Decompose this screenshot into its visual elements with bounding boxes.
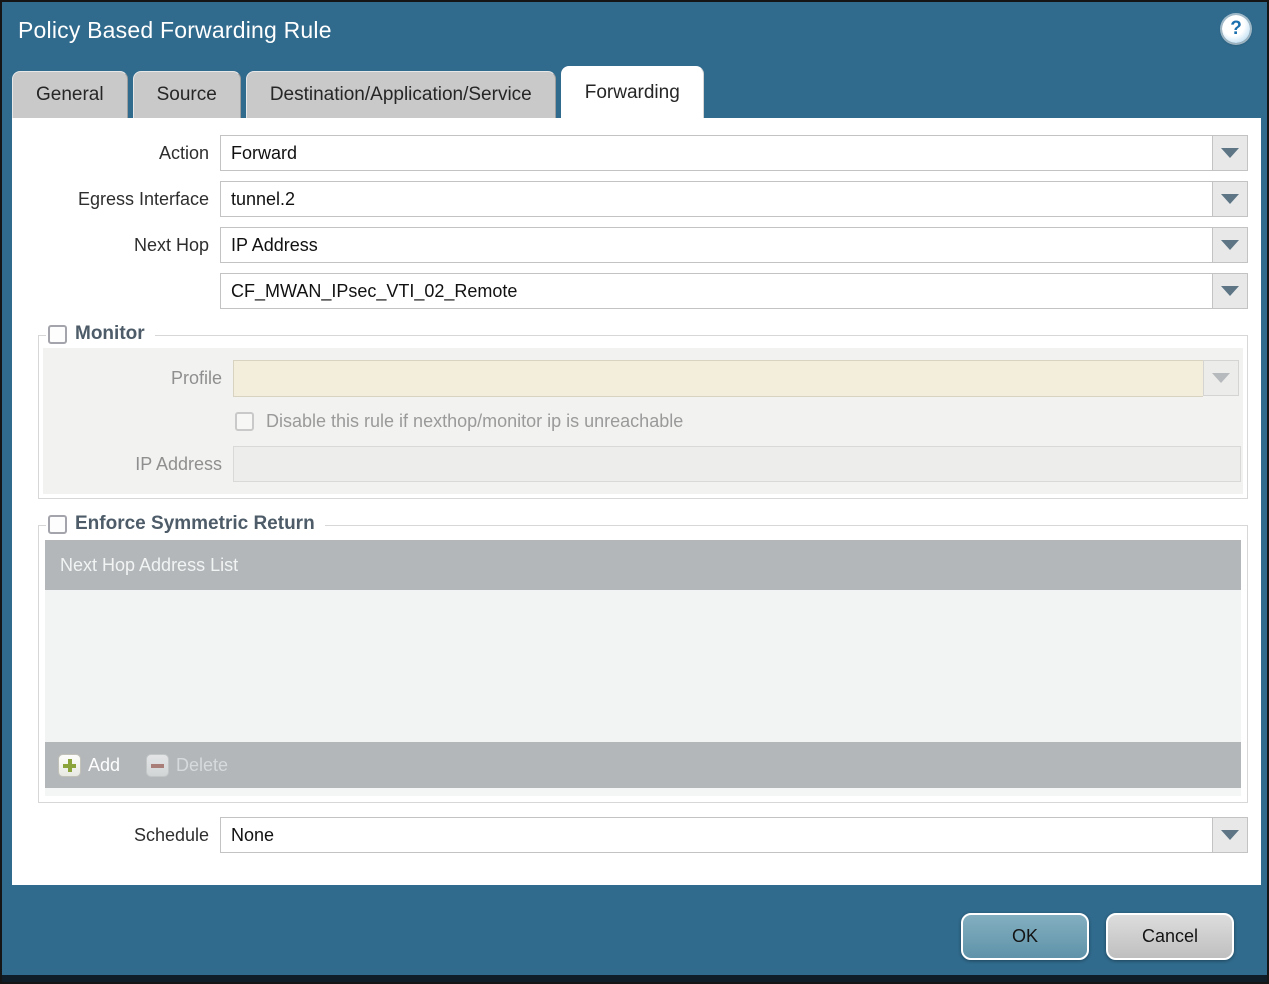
chevron-down-icon xyxy=(1221,240,1239,250)
profile-row: Profile xyxy=(43,360,1243,397)
profile-input-disabled xyxy=(233,360,1203,397)
action-input[interactable] xyxy=(220,135,1212,171)
chevron-down-icon xyxy=(1221,830,1239,840)
monitor-ip-address-row: IP Address xyxy=(43,446,1243,482)
tab-forwarding[interactable]: Forwarding xyxy=(560,66,704,118)
egress-interface-input[interactable] xyxy=(220,181,1212,217)
profile-label: Profile xyxy=(170,368,222,388)
action-row: Action xyxy=(12,135,1261,171)
next-hop-address-list-body[interactable] xyxy=(45,590,1241,742)
next-hop-type-dropdown-button[interactable] xyxy=(1212,227,1248,263)
next-hop-address-dropdown-button[interactable] xyxy=(1212,273,1248,309)
dialog-footer: OK Cancel xyxy=(2,913,1234,960)
enforce-symmetric-return-legend: Enforce Symmetric Return xyxy=(46,511,325,537)
monitor-ip-address-label: IP Address xyxy=(135,453,222,474)
next-hop-address-list-header: Next Hop Address List xyxy=(45,540,1241,590)
minus-icon xyxy=(146,753,170,777)
next-hop-address-list-footer: Add Delete xyxy=(45,742,1241,788)
table-scroll-strip xyxy=(45,788,1241,796)
monitor-legend: Monitor xyxy=(46,321,155,347)
action-dropdown-button[interactable] xyxy=(1212,135,1248,171)
schedule-row: Schedule xyxy=(12,817,1261,853)
schedule-dropdown-button[interactable] xyxy=(1212,817,1248,853)
disable-rule-row: Disable this rule if nexthop/monitor ip … xyxy=(235,411,1243,432)
dialog-title: Policy Based Forwarding Rule xyxy=(18,17,332,43)
cancel-button[interactable]: Cancel xyxy=(1106,913,1234,960)
enforce-symmetric-return-fieldset: Enforce Symmetric Return Next Hop Addres… xyxy=(38,511,1248,803)
disable-rule-checkbox xyxy=(235,412,254,431)
add-button[interactable]: Add xyxy=(58,753,121,777)
next-hop-label: Next Hop xyxy=(133,234,209,255)
action-label: Action xyxy=(158,142,209,163)
enforce-symmetric-return-checkbox[interactable] xyxy=(48,514,67,534)
next-hop-address-input[interactable] xyxy=(220,273,1212,309)
delete-button-label: Delete xyxy=(176,754,229,775)
policy-based-forwarding-dialog: Policy Based Forwarding Rule ? General S… xyxy=(0,0,1269,984)
chevron-down-icon xyxy=(1221,148,1239,158)
egress-interface-dropdown-button[interactable] xyxy=(1212,181,1248,217)
monitor-legend-label: Monitor xyxy=(75,323,145,344)
next-hop-row: Next Hop xyxy=(12,227,1261,263)
next-hop-address-list-table: Next Hop Address List Add Delete xyxy=(45,540,1241,796)
next-hop-address-row xyxy=(12,273,1261,309)
add-button-label: Add xyxy=(88,754,121,775)
chevron-down-icon xyxy=(1221,194,1239,204)
schedule-label: Schedule xyxy=(133,824,209,845)
tab-general[interactable]: General xyxy=(12,71,128,118)
egress-interface-label: Egress Interface xyxy=(77,188,209,209)
window-bottom-edge xyxy=(2,975,1267,982)
schedule-input[interactable] xyxy=(220,817,1212,853)
dialog-titlebar: Policy Based Forwarding Rule ? xyxy=(2,2,1267,66)
disable-rule-label: Disable this rule if nexthop/monitor ip … xyxy=(266,411,684,431)
plus-icon xyxy=(58,753,81,777)
enforce-symmetric-return-legend-label: Enforce Symmetric Return xyxy=(75,513,315,534)
help-icon[interactable]: ? xyxy=(1222,15,1250,43)
delete-button: Delete xyxy=(146,753,229,777)
tab-bar: General Source Destination/Application/S… xyxy=(2,66,1267,118)
tab-destination-application-service[interactable]: Destination/Application/Service xyxy=(245,71,556,118)
monitor-checkbox[interactable] xyxy=(48,324,67,344)
chevron-down-icon xyxy=(1212,373,1230,383)
tab-panel-forwarding: Action Egress Interface Next Hop xyxy=(12,118,1261,885)
tab-source[interactable]: Source xyxy=(132,71,241,118)
chevron-down-icon xyxy=(1221,286,1239,296)
profile-dropdown-button-disabled xyxy=(1203,360,1239,396)
monitor-fieldset: Monitor Profile Disable this rule if nex… xyxy=(38,321,1248,499)
monitor-panel: Profile Disable this rule if nexthop/mon… xyxy=(43,348,1243,494)
ok-button[interactable]: OK xyxy=(961,913,1089,960)
monitor-ip-address-input-disabled xyxy=(233,446,1241,482)
egress-interface-row: Egress Interface xyxy=(12,181,1261,217)
next-hop-type-input[interactable] xyxy=(220,227,1212,263)
